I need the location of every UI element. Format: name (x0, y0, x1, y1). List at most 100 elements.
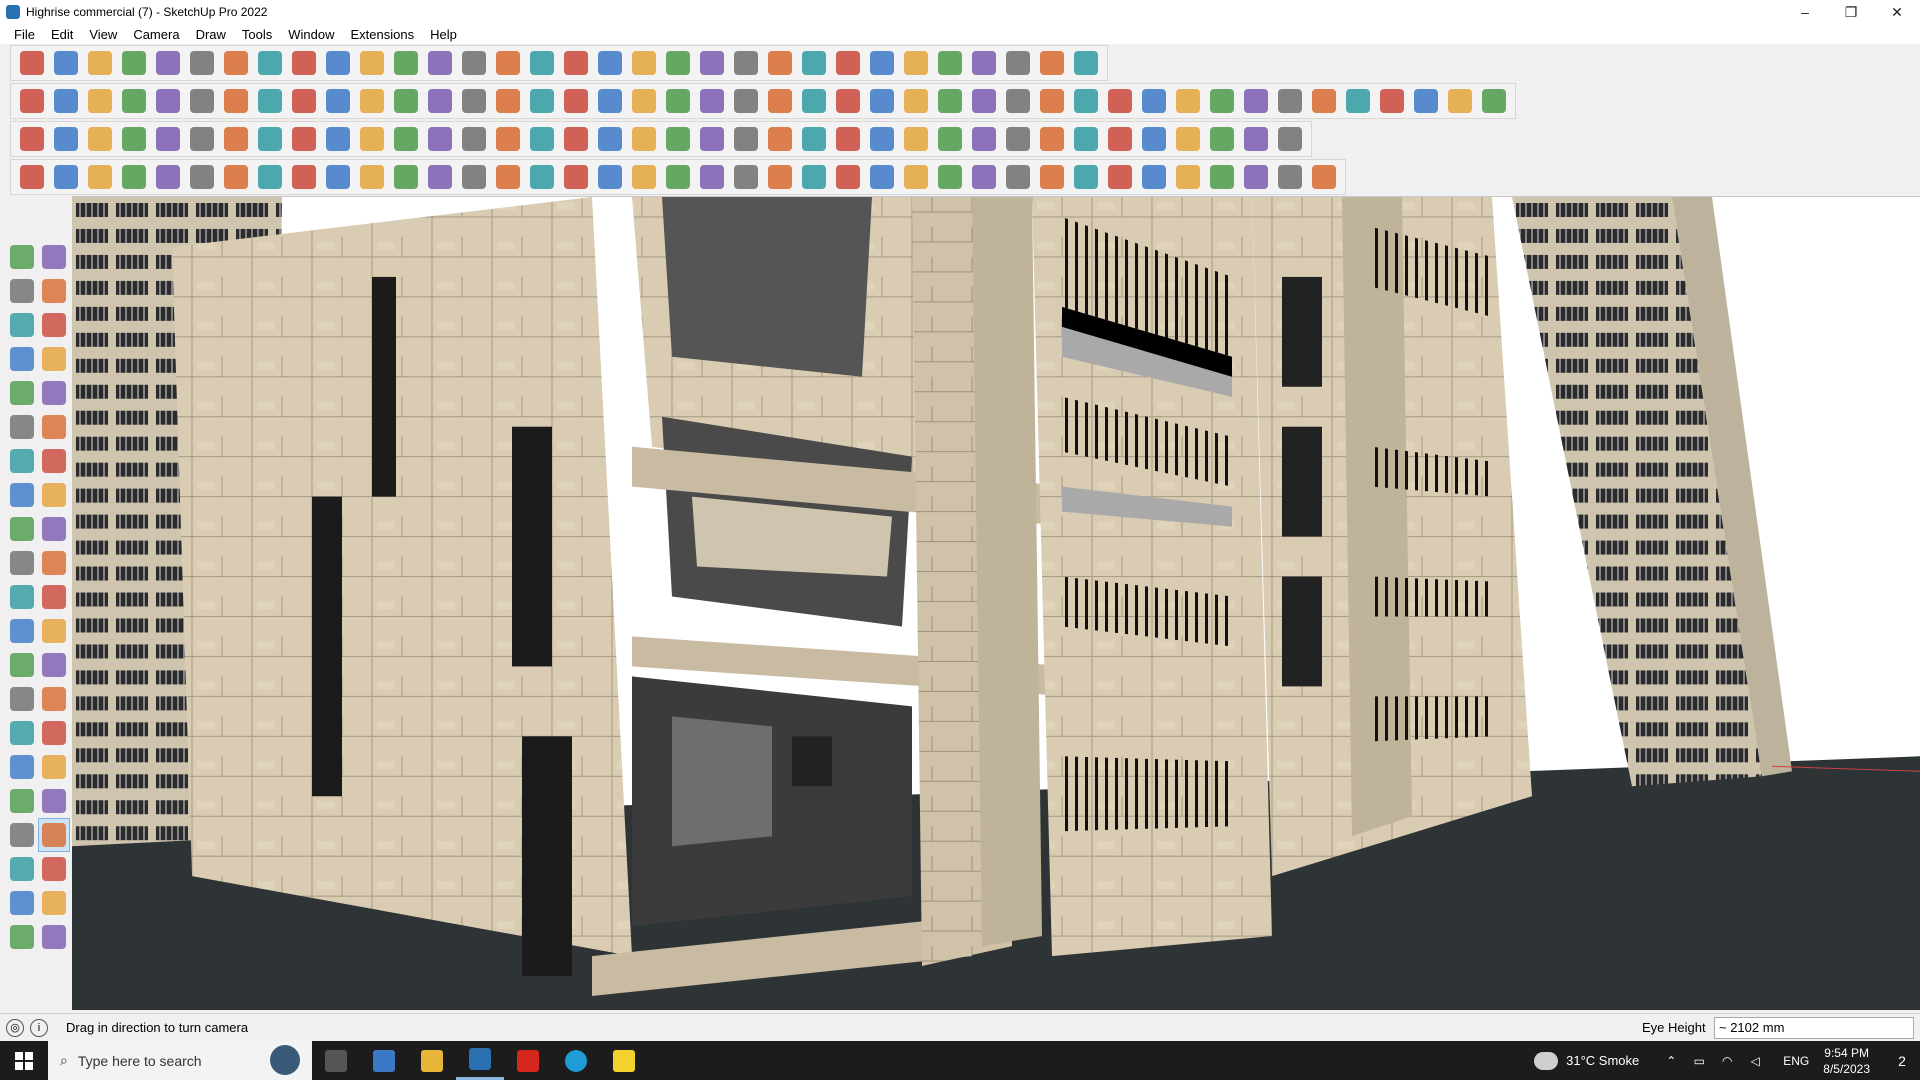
component-tool-icon[interactable] (6, 308, 38, 342)
menu-edit[interactable]: Edit (43, 27, 81, 42)
copy-icon[interactable] (967, 123, 1001, 155)
calculator-app-icon[interactable] (360, 1041, 408, 1080)
loop-icon[interactable] (695, 123, 729, 155)
house2-icon[interactable] (525, 85, 559, 117)
fence-icon[interactable] (593, 161, 627, 193)
arc-tool-icon[interactable] (6, 444, 38, 478)
gear2-icon[interactable] (151, 161, 185, 193)
push-pull-icon[interactable] (219, 47, 253, 79)
red-plus-icon[interactable] (491, 123, 525, 155)
offset-tool-icon[interactable] (38, 580, 70, 614)
polygon-icon[interactable] (899, 85, 933, 117)
menu-extensions[interactable]: Extensions (343, 27, 423, 42)
window-icon[interactable] (1375, 85, 1409, 117)
sparkle-icon[interactable] (797, 123, 831, 155)
slant-icon[interactable] (1205, 161, 1239, 193)
layers-browser-icon[interactable] (38, 886, 70, 920)
chevron-up-icon[interactable]: ⌃ (1661, 1054, 1681, 1068)
sphere-icon[interactable] (287, 161, 321, 193)
house5-icon[interactable] (627, 85, 661, 117)
door-icon[interactable] (1409, 85, 1443, 117)
stair-icon[interactable] (1443, 85, 1477, 117)
mesh-icon[interactable] (1137, 161, 1171, 193)
bezier-icon[interactable] (1239, 123, 1273, 155)
3d-text-icon[interactable] (38, 682, 70, 716)
red-square-icon[interactable] (253, 123, 287, 155)
white-diamond-icon[interactable] (185, 123, 219, 155)
triangle2-icon[interactable] (559, 161, 593, 193)
hat-icon[interactable] (253, 161, 287, 193)
layers-icon[interactable] (661, 47, 695, 79)
cloth-icon[interactable] (185, 161, 219, 193)
export-icon[interactable] (797, 47, 831, 79)
fillet-icon[interactable] (1239, 85, 1273, 117)
stripe-icon[interactable] (831, 161, 865, 193)
orbit-swap-icon[interactable] (38, 240, 70, 274)
zoom-window-icon[interactable] (38, 750, 70, 784)
green-diamond-icon[interactable] (117, 123, 151, 155)
paint-bucket-icon[interactable] (457, 47, 491, 79)
sandbox-icon[interactable] (831, 85, 865, 117)
flask-icon[interactable] (627, 123, 661, 155)
stripe2-icon[interactable] (865, 161, 899, 193)
wall2-icon[interactable] (967, 161, 1001, 193)
triangle-icon[interactable] (661, 123, 695, 155)
menu-window[interactable]: Window (280, 27, 342, 42)
section-plane-icon[interactable] (38, 852, 70, 886)
zoom-tool-icon[interactable] (6, 750, 38, 784)
walk-icon[interactable] (6, 852, 38, 886)
hidden-line-icon[interactable] (355, 85, 389, 117)
blue-box-icon[interactable] (15, 123, 49, 155)
scatter-icon[interactable] (1205, 123, 1239, 155)
orange-grid-icon[interactable] (1137, 123, 1171, 155)
eraser-icon[interactable] (83, 47, 117, 79)
scale-icon[interactable] (355, 47, 389, 79)
redo-icon[interactable] (1035, 47, 1069, 79)
car-icon[interactable] (83, 161, 117, 193)
roof-icon[interactable] (1307, 85, 1341, 117)
yellow-diamond-icon[interactable] (83, 123, 117, 155)
pie-tool-icon[interactable] (6, 478, 38, 512)
tape-icon[interactable] (389, 47, 423, 79)
taskbar-search[interactable]: ⌕ Type here to search (48, 1041, 312, 1080)
menu-help[interactable]: Help (422, 27, 465, 42)
shadow-icon[interactable] (695, 47, 729, 79)
subtract-icon[interactable] (729, 85, 763, 117)
smooth-icon[interactable] (1137, 85, 1171, 117)
orbit-icon[interactable] (491, 47, 525, 79)
select-arrow-icon[interactable] (6, 240, 38, 274)
array-icon[interactable] (899, 123, 933, 155)
ring-icon[interactable] (1171, 161, 1205, 193)
search-icon[interactable] (15, 47, 49, 79)
menu-file[interactable]: File (6, 27, 43, 42)
solid-icon[interactable] (661, 85, 695, 117)
grille-icon[interactable] (1239, 161, 1273, 193)
back-icon[interactable] (185, 85, 219, 117)
task-view-icon[interactable] (312, 1041, 360, 1080)
axes-icon[interactable] (933, 47, 967, 79)
styles-icon[interactable] (729, 47, 763, 79)
menu-camera[interactable]: Camera (125, 27, 187, 42)
hatch-icon[interactable] (797, 161, 831, 193)
wall-icon[interactable] (1341, 85, 1375, 117)
zoom-extents-tool-icon[interactable] (6, 784, 38, 818)
tape-measure-icon[interactable] (38, 308, 70, 342)
tile-icon[interactable] (933, 161, 967, 193)
blue-cross-icon[interactable] (559, 123, 593, 155)
yellow-grid-icon[interactable] (1171, 123, 1205, 155)
freehand-icon[interactable] (38, 342, 70, 376)
split-icon[interactable] (797, 85, 831, 117)
stack-icon[interactable] (763, 161, 797, 193)
component-icon[interactable] (627, 47, 661, 79)
clock[interactable]: 9:54 PM 8/5/2023 (1823, 1045, 1870, 1077)
knot-icon[interactable] (729, 123, 763, 155)
angle-icon[interactable] (423, 161, 457, 193)
acrobat-icon[interactable] (504, 1041, 552, 1080)
lasso-icon[interactable] (151, 47, 185, 79)
folder-icon[interactable] (355, 123, 389, 155)
circle-tool-icon[interactable] (6, 410, 38, 444)
follow-me-tool-icon[interactable] (38, 546, 70, 580)
chain-icon[interactable] (389, 123, 423, 155)
select-icon[interactable] (49, 47, 83, 79)
paint-bucket-icon[interactable] (6, 274, 38, 308)
